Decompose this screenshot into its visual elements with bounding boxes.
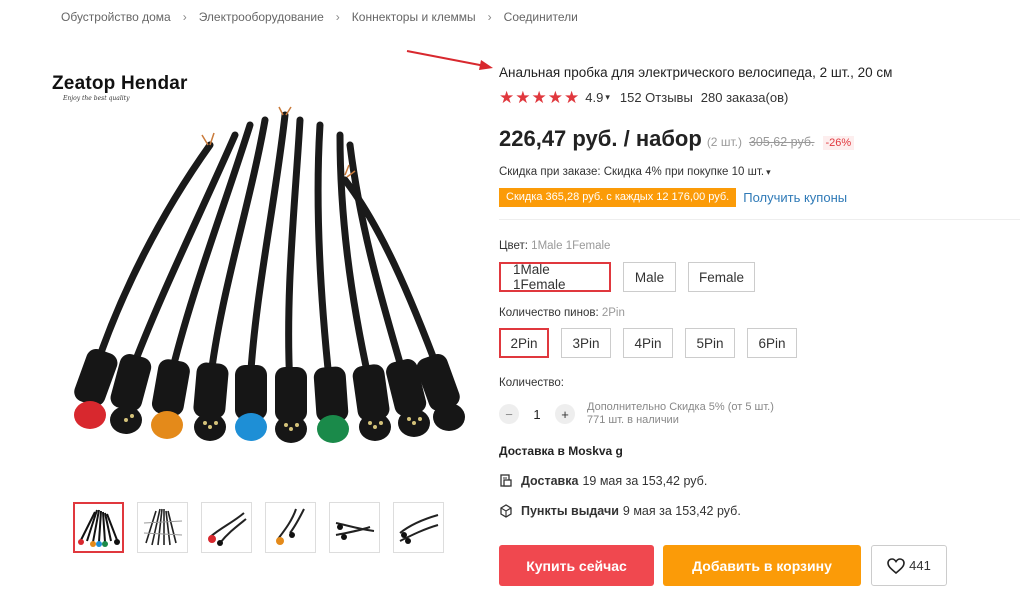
thumbnail-2[interactable] xyxy=(137,502,188,553)
quantity-discount-note: Дополнительно Скидка 5% (от 5 шт.) xyxy=(587,401,774,413)
pickup-box-icon xyxy=(500,504,512,518)
rating-stars: ★ ★ ★ ★ ★ xyxy=(499,89,579,106)
thumbnail-6[interactable] xyxy=(393,502,444,553)
rating-row: ★ ★ ★ ★ ★ 4.9 ▾ 152 Отзывы 280 заказа(ов… xyxy=(499,89,788,106)
chevron-down-icon[interactable]: ▾ xyxy=(605,92,610,103)
truck-icon xyxy=(500,474,512,487)
delivery-pickup-label: Пункты выдачи xyxy=(521,504,619,518)
rating-value[interactable]: 4.9 xyxy=(585,90,603,105)
pins-selected-text: 2Pin xyxy=(601,307,625,319)
add-to-cart-button[interactable]: Добавить в корзину xyxy=(663,545,861,586)
wishlist-count: 441 xyxy=(909,558,931,573)
quantity-label: Количество: xyxy=(499,377,564,389)
delivery-heading: Доставка в Moskva g xyxy=(499,444,623,458)
thumbnail-strip xyxy=(73,502,444,553)
product-gallery: Zeatop Hendar Enjoy the best quality xyxy=(30,60,470,480)
brand-logo: Zeatop Hendar xyxy=(52,73,188,94)
thumbnail-1[interactable] xyxy=(73,502,124,553)
get-coupons-link[interactable]: Получить купоны xyxy=(743,190,847,205)
quantity-minus-button[interactable]: − xyxy=(499,404,519,424)
price-row: 226,47 руб. / набор (2 шт.) 305,62 руб. … xyxy=(499,126,855,152)
current-price: 226,47 руб. / набор xyxy=(499,126,702,151)
delivery-courier-label: Доставка xyxy=(521,474,579,488)
heart-icon xyxy=(887,557,905,574)
product-title: Анальная пробка для электрического велос… xyxy=(499,65,893,80)
star-icon: ★ xyxy=(564,88,580,107)
color-label: Цвет: 1Male 1Female xyxy=(499,240,610,252)
old-price: 305,62 руб. xyxy=(748,135,815,149)
red-arrow-icon xyxy=(406,50,493,70)
order-discount-text: Скидка при заказе: Скидка 4% при покупке… xyxy=(499,166,765,178)
color-label-text: Цвет: xyxy=(499,240,528,252)
orders-count: 280 заказа(ов) xyxy=(700,90,789,105)
chevron-down-icon: ▾ xyxy=(766,166,771,177)
delivery-pickup-text: 9 мая за 153,42 руб. xyxy=(622,504,741,518)
pin-option-5pin[interactable]: 5Pin xyxy=(685,328,735,358)
star-icon: ★ xyxy=(547,88,563,107)
buy-now-button[interactable]: Купить сейчас xyxy=(499,545,654,586)
thumbnail-5[interactable] xyxy=(329,502,380,553)
color-option-female[interactable]: Female xyxy=(688,262,755,292)
color-options: 1Male 1Female Male Female xyxy=(499,262,755,292)
brand-tagline: Enjoy the best quality xyxy=(63,95,130,102)
reviews-link[interactable]: 152 Отзывы xyxy=(620,90,693,105)
breadcrumb: Обустройство дома › Электрооборудование … xyxy=(61,10,578,24)
quantity-plus-button[interactable]: + xyxy=(555,404,575,424)
quantity-stepper: − 1 + Дополнительно Скидка 5% (от 5 шт.)… xyxy=(499,401,774,427)
color-selected-text: 1Male 1Female xyxy=(531,240,611,252)
order-discount[interactable]: Скидка при заказе: Скидка 4% при покупке… xyxy=(499,166,771,178)
stock-note: 771 шт. в наличии xyxy=(587,414,679,426)
divider xyxy=(499,219,1020,220)
star-icon: ★ xyxy=(515,88,531,107)
pin-option-3pin[interactable]: 3Pin xyxy=(561,328,611,358)
pin-option-6pin[interactable]: 6Pin xyxy=(747,328,797,358)
coupon-row: Скидка 365,28 руб. с каждых 12 176,00 ру… xyxy=(499,188,847,207)
breadcrumb-item-joiners[interactable]: Соединители xyxy=(504,10,578,24)
connector-heads xyxy=(74,348,465,443)
product-main-image[interactable] xyxy=(50,105,470,465)
pin-option-4pin[interactable]: 4Pin xyxy=(623,328,673,358)
thumbnail-4[interactable] xyxy=(265,502,316,553)
star-icon: ★ xyxy=(531,88,547,107)
quantity-value[interactable]: 1 xyxy=(519,407,555,422)
pins-label-text: Количество пинов: xyxy=(499,307,599,319)
pins-options: 2Pin 3Pin 4Pin 5Pin 6Pin xyxy=(499,328,797,358)
chevron-right-icon: › xyxy=(182,10,187,24)
pins-label: Количество пинов: 2Pin xyxy=(499,307,625,319)
breadcrumb-item-connectors[interactable]: Коннекторы и клеммы xyxy=(352,10,476,24)
color-option-male[interactable]: Male xyxy=(623,262,676,292)
discount-badge: -26% xyxy=(822,136,855,150)
delivery-courier: Доставка 19 мая за 153,42 руб. xyxy=(499,474,707,488)
breadcrumb-item-electrical[interactable]: Электрооборудование xyxy=(199,10,324,24)
chevron-right-icon: › xyxy=(335,10,340,24)
star-icon: ★ xyxy=(499,88,515,107)
wishlist-button[interactable]: 441 xyxy=(871,545,947,586)
quantity-note: Дополнительно Скидка 5% (от 5 шт.) 771 ш… xyxy=(587,401,774,427)
chevron-right-icon: › xyxy=(487,10,492,24)
breadcrumb-item-home[interactable]: Обустройство дома xyxy=(61,10,171,24)
pin-option-2pin[interactable]: 2Pin xyxy=(499,328,549,358)
delivery-courier-text: 19 мая за 153,42 руб. xyxy=(582,474,708,488)
thumbnail-3[interactable] xyxy=(201,502,252,553)
coupon-badge: Скидка 365,28 руб. с каждых 12 176,00 ру… xyxy=(499,188,737,207)
color-option-1male-1female[interactable]: 1Male 1Female xyxy=(499,262,611,292)
unit-count: (2 шт.) xyxy=(706,135,742,149)
delivery-pickup: Пункты выдачи 9 мая за 153,42 руб. xyxy=(499,504,741,518)
